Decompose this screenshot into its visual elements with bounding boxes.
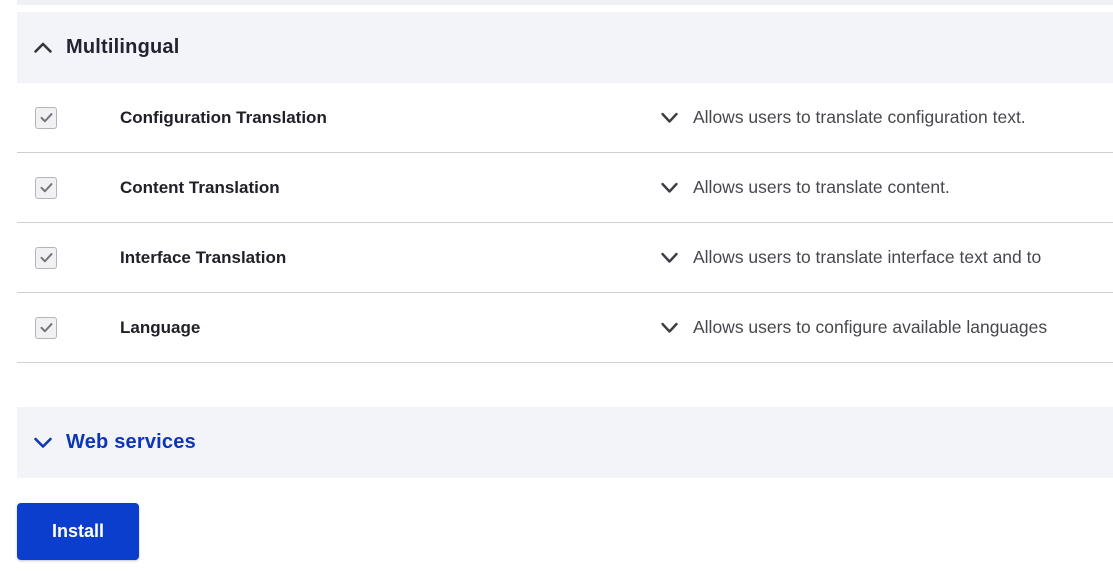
checkbox-cell	[17, 246, 120, 269]
checkmark-icon	[40, 323, 52, 333]
checkbox-cell	[17, 106, 120, 129]
section-title: Multilingual	[66, 36, 180, 58]
checkbox-cell	[17, 176, 120, 199]
module-description-cell: Allows users to translate interface text…	[660, 247, 1113, 268]
checkmark-icon	[40, 113, 52, 123]
chevron-down-icon[interactable]	[660, 182, 679, 194]
module-description: Allows users to translate content.	[693, 177, 950, 197]
section-title: Web services	[66, 431, 196, 453]
chevron-down-icon[interactable]	[660, 252, 679, 264]
chevron-down-icon[interactable]	[660, 322, 679, 334]
module-row-configuration-translation: Configuration Translation Allows users t…	[17, 83, 1113, 153]
section-header-web-services[interactable]: Web services	[17, 407, 1113, 478]
module-row-content-translation: Content Translation Allows users to tran…	[17, 153, 1113, 223]
module-install-page: Multilingual Configuration Translation A…	[0, 0, 1113, 571]
checkbox-cell	[17, 316, 120, 339]
module-description-cell: Allows users to translate content.	[660, 177, 1113, 198]
module-description: Allows users to configure available lang…	[693, 317, 1048, 337]
chevron-down-icon[interactable]	[660, 112, 679, 124]
module-name: Language	[120, 317, 201, 337]
module-name: Configuration Translation	[120, 107, 327, 127]
module-description: Allows users to translate configuration …	[693, 107, 1026, 127]
checkmark-icon	[40, 253, 52, 263]
module-description-cell: Allows users to translate configuration …	[660, 107, 1113, 128]
module-checkbox[interactable]	[35, 246, 57, 269]
checkmark-icon	[40, 183, 52, 193]
install-button[interactable]: Install	[17, 503, 139, 560]
module-description: Allows users to translate interface text…	[693, 247, 1042, 267]
module-checkbox[interactable]	[35, 316, 57, 339]
previous-section-band-edge	[17, 0, 1113, 5]
chevron-up-icon	[34, 42, 52, 53]
module-checkbox[interactable]	[35, 106, 57, 129]
module-checkbox[interactable]	[35, 176, 57, 199]
section-header-multilingual[interactable]: Multilingual	[17, 12, 1113, 83]
module-name: Content Translation	[120, 177, 280, 197]
module-table: Configuration Translation Allows users t…	[17, 83, 1113, 363]
module-row-language: Language Allows users to configure avail…	[17, 293, 1113, 363]
module-description-cell: Allows users to configure available lang…	[660, 317, 1113, 338]
module-row-interface-translation: Interface Translation Allows users to tr…	[17, 223, 1113, 293]
module-name: Interface Translation	[120, 247, 287, 267]
chevron-down-icon	[34, 437, 52, 448]
